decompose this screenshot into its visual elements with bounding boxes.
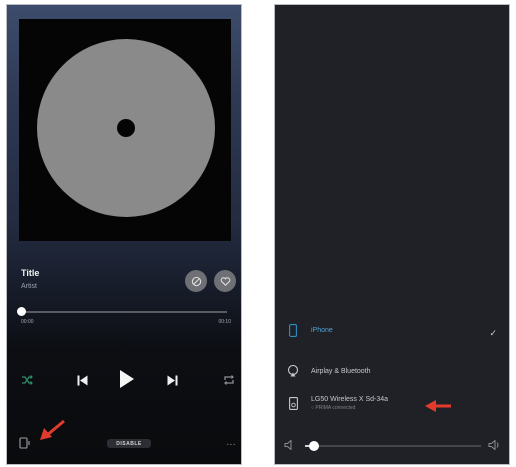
next-button[interactable]: [165, 372, 179, 388]
previous-icon: [77, 375, 87, 385]
airplay-output-button[interactable]: [18, 436, 32, 450]
output-screen: iPhone ✓ Airplay & Bluetooth LG50 Wirele…: [274, 4, 510, 465]
volume-low-icon: [283, 439, 295, 451]
repeat-icon: [224, 375, 234, 385]
volume-slider[interactable]: [305, 445, 481, 447]
previous-button[interactable]: [75, 372, 89, 388]
output-item-label: LG50 Wireless X Sd-34a: [311, 396, 389, 403]
play-icon: [120, 370, 134, 388]
more-button[interactable]: …: [226, 437, 237, 448]
airplay-icon: [287, 364, 299, 378]
disc-hole: [117, 119, 135, 137]
progress-knob[interactable]: [17, 307, 26, 316]
phone-icon: [287, 323, 299, 337]
output-pill[interactable]: DISABLE: [107, 439, 151, 448]
annotation-arrow-icon: [40, 419, 65, 440]
total-time: 00:10: [218, 319, 231, 325]
annotation-arrow-icon: [425, 400, 451, 412]
shuffle-button[interactable]: [20, 373, 34, 387]
player-screen: Title Artist 00:00 00:10 DISABLE …: [6, 4, 242, 465]
progress-bar[interactable]: [21, 311, 227, 313]
track-artist: Artist: [21, 283, 37, 290]
speaker-icon: [287, 396, 299, 410]
album-disc-icon: [37, 39, 215, 217]
output-item-iphone[interactable]: iPhone: [287, 323, 333, 337]
airplay-output-icon: [19, 437, 30, 449]
selected-check-icon: ✓: [489, 328, 497, 338]
dislike-button[interactable]: [185, 270, 207, 292]
track-title: Title: [21, 268, 40, 278]
repeat-button[interactable]: [222, 373, 236, 387]
volume-knob[interactable]: [309, 441, 319, 451]
play-button[interactable]: [117, 367, 137, 391]
output-item-airplay[interactable]: Airplay & Bluetooth: [287, 364, 371, 378]
elapsed-time: 00:00: [21, 319, 34, 325]
next-icon: [167, 375, 177, 385]
output-item-label: iPhone: [311, 326, 333, 334]
shuffle-icon: [22, 375, 33, 385]
album-art: [19, 19, 231, 241]
output-item-speaker[interactable]: LG50 Wireless X Sd-34a ○ PRIMA connected: [287, 396, 388, 411]
volume-high-icon: [487, 439, 501, 451]
dislike-icon: [191, 276, 201, 286]
like-button[interactable]: [214, 270, 236, 292]
output-item-label: Airplay & Bluetooth: [311, 367, 371, 375]
like-icon: [220, 276, 230, 286]
output-item-sublabel: ○ PRIMA connected: [311, 405, 356, 411]
